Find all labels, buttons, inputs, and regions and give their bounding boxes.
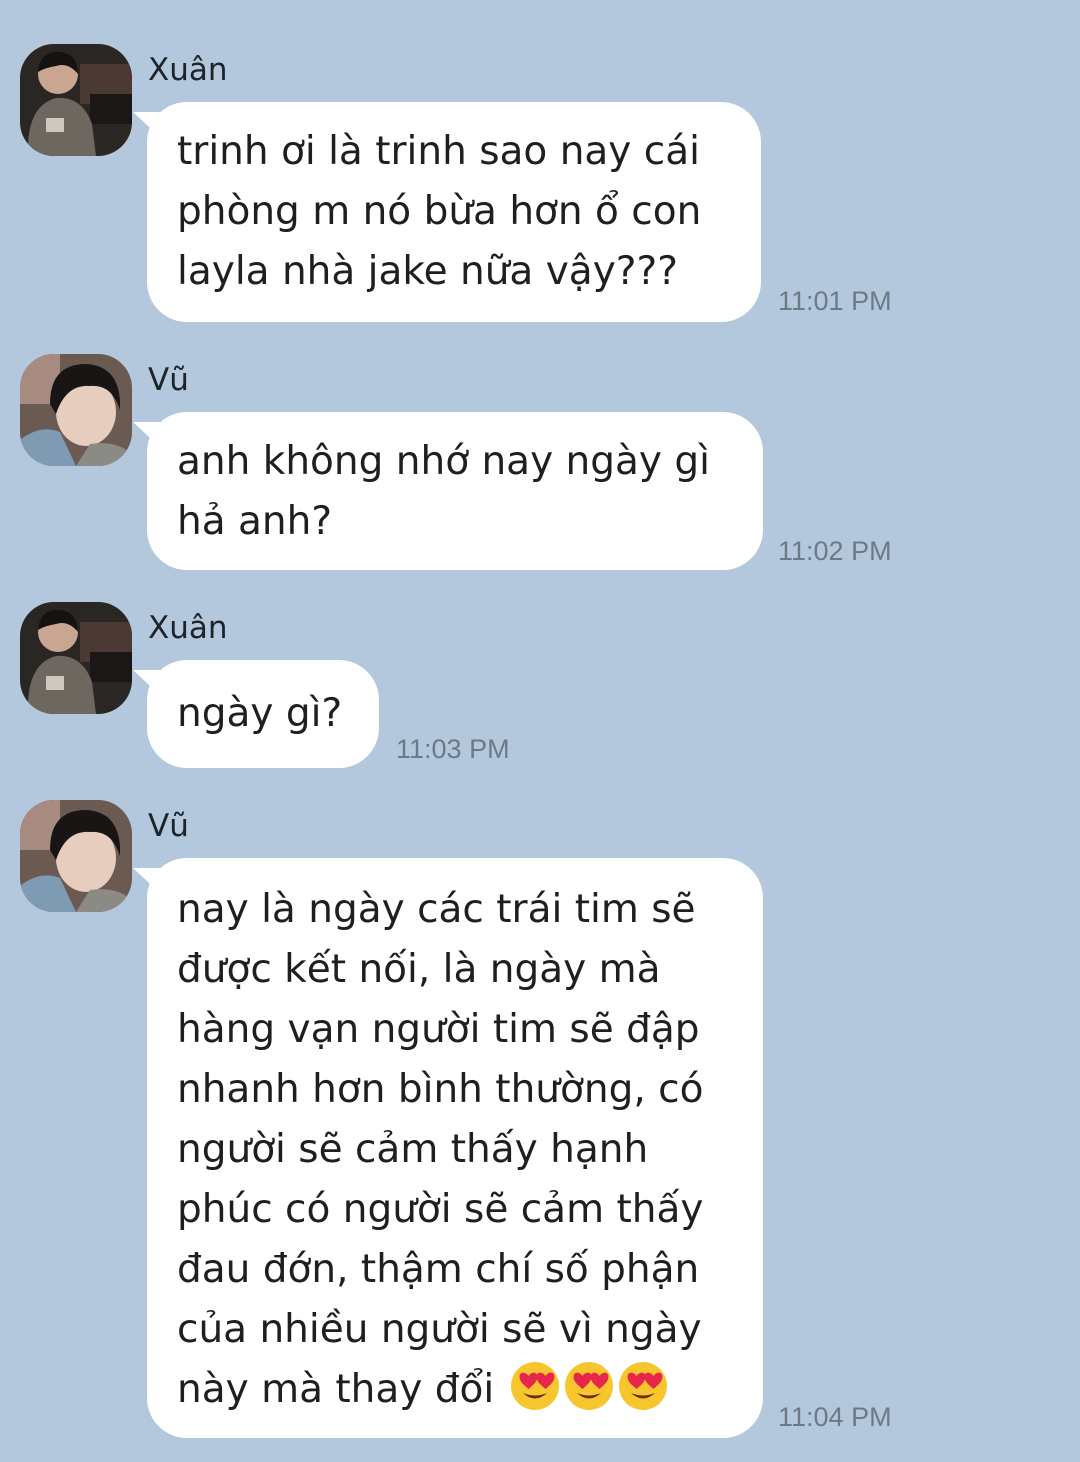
heart-eyes-emoji-icon — [510, 1362, 559, 1410]
xuan-avatar[interactable] — [20, 44, 132, 156]
message-line: layla nhà jake nữa vậy??? — [177, 249, 678, 294]
message-bubble[interactable]: ngày gì? — [133, 660, 379, 768]
message-row: Vũ nay là ngày các trái tim sẽ được kết … — [0, 800, 1080, 1450]
message-line: nhanh hơn bình thường, có — [177, 1067, 704, 1112]
message-line: phòng m nó bừa hơn ổ con — [177, 189, 702, 234]
chat-view: Xuân trinh ơi là trinh sao nay cái phòng… — [0, 0, 1080, 1462]
bubble-tail — [133, 868, 163, 896]
message-line: của nhiều người sẽ vì ngày — [177, 1307, 702, 1352]
message-line-with-emoji: này mà thay đổi — [177, 1360, 733, 1420]
message-line: nay là ngày các trái tim sẽ — [177, 887, 696, 932]
bubble-tail — [133, 422, 163, 450]
bubble-tail — [133, 112, 163, 140]
sender-name: Xuân — [148, 52, 228, 88]
message-time: 11:03 PM — [396, 734, 510, 764]
message-time: 11:02 PM — [778, 536, 892, 566]
message-row: Xuân ngày gì? 11:03 PM — [0, 602, 1080, 772]
message-line: anh không nhớ nay ngày gì — [177, 439, 710, 484]
heart-eyes-emoji-icon — [564, 1362, 613, 1410]
message-line: hả anh? — [177, 499, 333, 544]
message-line: trinh ơi là trinh sao nay cái — [177, 129, 700, 174]
message-line: hàng vạn người tim sẽ đập — [177, 1007, 700, 1052]
message-bubble[interactable]: anh không nhớ nay ngày gì hả anh? — [133, 412, 763, 570]
message-line: phúc có người sẽ cảm thấy — [177, 1187, 704, 1232]
vu-avatar[interactable] — [20, 800, 132, 912]
vu-avatar[interactable] — [20, 354, 132, 466]
message-bubble[interactable]: nay là ngày các trái tim sẽ được kết nối… — [133, 858, 763, 1438]
message-line: người sẽ cảm thấy hạnh — [177, 1127, 649, 1172]
message-row: Vũ anh không nhớ nay ngày gì hả anh? 11:… — [0, 354, 1080, 574]
message-bubble[interactable]: trinh ơi là trinh sao nay cái phòng m nó… — [133, 102, 761, 322]
sender-name: Xuân — [148, 610, 228, 646]
heart-eyes-emoji-icon — [618, 1362, 667, 1410]
message-time: 11:04 PM — [778, 1402, 892, 1432]
sender-name: Vũ — [148, 808, 189, 844]
message-time: 11:01 PM — [778, 286, 892, 316]
message-line: ngày gì? — [177, 691, 343, 736]
message-line: được kết nối, là ngày mà — [177, 947, 661, 992]
bubble-tail — [133, 670, 163, 698]
sender-name: Vũ — [148, 362, 189, 398]
message-line: đau đớn, thậm chí số phận — [177, 1247, 700, 1292]
message-line: này mà thay đổi — [177, 1367, 495, 1412]
xuan-avatar[interactable] — [20, 602, 132, 714]
message-row: Xuân trinh ơi là trinh sao nay cái phòng… — [0, 44, 1080, 324]
